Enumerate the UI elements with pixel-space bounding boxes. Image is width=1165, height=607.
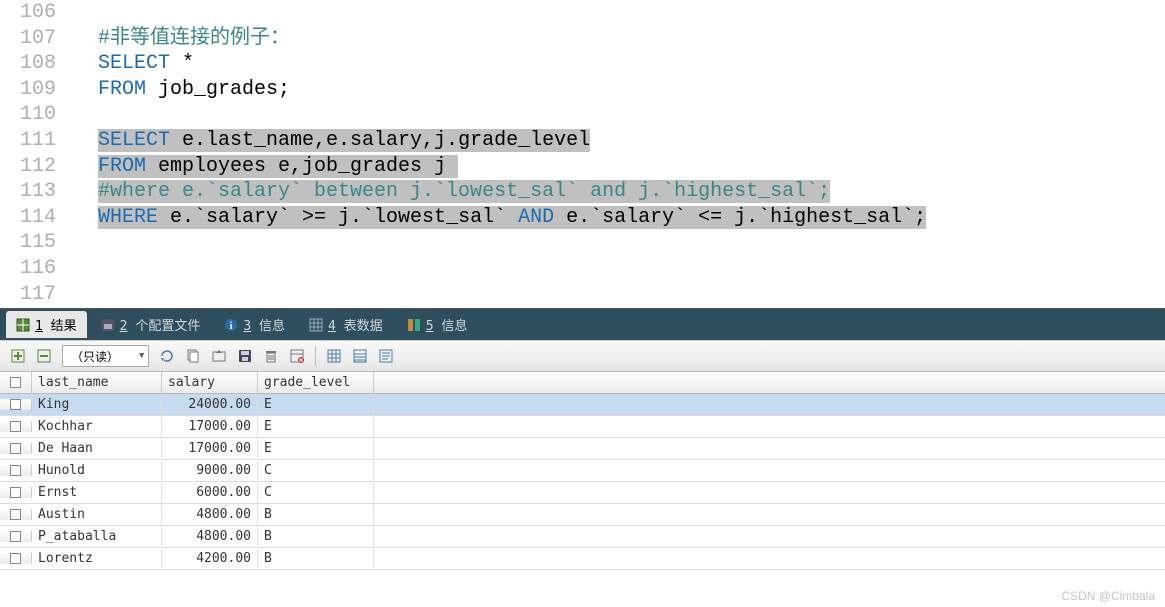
cell-gradelevel[interactable]: E	[258, 417, 374, 436]
tab-label: 5 信息	[426, 315, 468, 334]
chevron-down-icon: ▼	[139, 351, 144, 361]
line-number-gutter: 106107108109110111112113114115116117	[0, 0, 70, 308]
row-marker[interactable]	[0, 487, 32, 498]
filter-button[interactable]	[285, 344, 309, 368]
cell-lastname[interactable]: Austin	[32, 505, 162, 524]
tab-info1[interactable]: i 3 信息	[214, 311, 295, 338]
result-grid[interactable]: last_name salary grade_level King24000.0…	[0, 372, 1165, 570]
svg-text:i: i	[230, 321, 233, 332]
view-grid-button[interactable]	[322, 344, 346, 368]
info2-icon	[407, 318, 421, 332]
cell-salary[interactable]: 17000.00	[162, 439, 258, 458]
row-marker[interactable]	[0, 465, 32, 476]
watermark: CSDN @Cimbala	[1061, 589, 1155, 603]
table-icon	[309, 318, 323, 332]
mode-label: （只读）	[71, 348, 119, 365]
table-row[interactable]: Hunold9000.00C	[0, 460, 1165, 482]
info-icon: i	[224, 318, 238, 332]
cell-salary[interactable]: 17000.00	[162, 417, 258, 436]
cell-lastname[interactable]: King	[32, 395, 162, 414]
cell-salary[interactable]: 4200.00	[162, 549, 258, 568]
tab-tabledata[interactable]: 4 表数据	[299, 311, 393, 338]
cell-lastname[interactable]: Kochhar	[32, 417, 162, 436]
cell-salary[interactable]: 9000.00	[162, 461, 258, 480]
table-row[interactable]: De Haan17000.00E	[0, 438, 1165, 460]
tab-profile[interactable]: 2 个配置文件	[91, 311, 211, 338]
col-header-gradelevel[interactable]: grade_level	[258, 372, 374, 393]
cell-salary[interactable]: 4800.00	[162, 505, 258, 524]
tab-label: 4 表数据	[328, 315, 383, 334]
grid-body: King24000.00EKochhar17000.00EDe Haan1700…	[0, 394, 1165, 570]
save-button[interactable]	[233, 344, 257, 368]
tab-result[interactable]: 1 结果	[6, 311, 87, 338]
table-row[interactable]: Kochhar17000.00E	[0, 416, 1165, 438]
cell-lastname[interactable]: Hunold	[32, 461, 162, 480]
row-marker[interactable]	[0, 531, 32, 542]
cell-lastname[interactable]: P_ataballa	[32, 527, 162, 546]
col-header-lastname[interactable]: last_name	[32, 372, 162, 393]
cell-lastname[interactable]: Ernst	[32, 483, 162, 502]
corner-cell[interactable]	[0, 372, 32, 393]
delete-button[interactable]	[259, 344, 283, 368]
copy-button[interactable]	[181, 344, 205, 368]
cell-gradelevel[interactable]: E	[258, 439, 374, 458]
grid-icon	[16, 318, 30, 332]
row-marker[interactable]	[0, 399, 32, 410]
cell-gradelevel[interactable]: C	[258, 483, 374, 502]
cell-salary[interactable]: 6000.00	[162, 483, 258, 502]
cell-gradelevel[interactable]: B	[258, 549, 374, 568]
mode-dropdown[interactable]: （只读） ▼	[62, 345, 149, 367]
row-marker[interactable]	[0, 553, 32, 564]
add-row-button[interactable]	[6, 344, 30, 368]
tab-info2[interactable]: 5 信息	[397, 311, 478, 338]
row-marker[interactable]	[0, 443, 32, 454]
result-toolbar: （只读） ▼	[0, 340, 1165, 372]
col-header-salary[interactable]: salary	[162, 372, 258, 393]
tab-label: 3 信息	[243, 315, 285, 334]
table-row[interactable]: P_ataballa4800.00B	[0, 526, 1165, 548]
view-form-button[interactable]	[348, 344, 372, 368]
table-row[interactable]: King24000.00E	[0, 394, 1165, 416]
grid-header: last_name salary grade_level	[0, 372, 1165, 394]
cell-lastname[interactable]: De Haan	[32, 439, 162, 458]
cell-gradelevel[interactable]: B	[258, 527, 374, 546]
remove-row-button[interactable]	[32, 344, 56, 368]
cell-salary[interactable]: 24000.00	[162, 395, 258, 414]
result-tabs: 1 结果 2 个配置文件 i 3 信息 4 表数据 5 信息	[0, 308, 1165, 340]
cell-gradelevel[interactable]: E	[258, 395, 374, 414]
cell-gradelevel[interactable]: C	[258, 461, 374, 480]
table-row[interactable]: Ernst6000.00C	[0, 482, 1165, 504]
table-row[interactable]: Austin4800.00B	[0, 504, 1165, 526]
sql-editor[interactable]: 106107108109110111112113114115116117 #非等…	[0, 0, 1165, 308]
profile-icon	[101, 318, 115, 332]
row-marker[interactable]	[0, 421, 32, 432]
separator	[315, 346, 316, 366]
tab-label: 2 个配置文件	[120, 315, 201, 334]
refresh-button[interactable]	[155, 344, 179, 368]
cell-salary[interactable]: 4800.00	[162, 527, 258, 546]
cell-gradelevel[interactable]: B	[258, 505, 374, 524]
export-button[interactable]	[207, 344, 231, 368]
code-area[interactable]: #非等值连接的例子：SELECT *FROM job_grades;SELECT…	[70, 0, 1165, 308]
view-text-button[interactable]	[374, 344, 398, 368]
cell-lastname[interactable]: Lorentz	[32, 549, 162, 568]
table-row[interactable]: Lorentz4200.00B	[0, 548, 1165, 570]
row-marker[interactable]	[0, 509, 32, 520]
tab-label: 1 结果	[35, 315, 77, 334]
